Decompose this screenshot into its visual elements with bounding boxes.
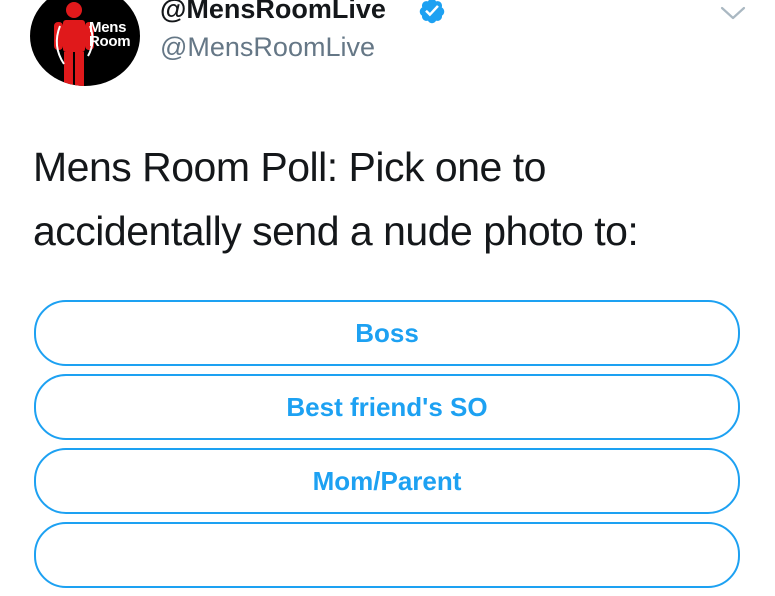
poll-option-boss[interactable]: Boss [34, 300, 740, 366]
poll-option-mom-parent[interactable]: Mom/Parent [34, 448, 740, 514]
tweet-text: Mens Room Poll: Pick one to accidentally… [33, 135, 753, 263]
user-handle[interactable]: @MensRoomLive [160, 32, 375, 63]
poll-option-4[interactable] [34, 522, 740, 588]
tweet-text-line: Mens Room Poll: Pick one to [33, 144, 546, 190]
poll: Boss Best friend's SO Mom/Parent [34, 300, 740, 596]
tweet-text-line: accidentally send a nude photo to: [33, 208, 639, 254]
avatar-text-line2: Room [89, 33, 131, 50]
poll-option-best-friends-so[interactable]: Best friend's SO [34, 374, 740, 440]
avatar[interactable]: Mens Room [30, 0, 140, 86]
display-name[interactable]: @MensRoomLive [160, 0, 386, 25]
chevron-down-icon[interactable] [718, 3, 748, 23]
verified-badge-icon [419, 0, 445, 24]
tweet: Mens Room @MensRoomLive @MensRoomLive Me… [0, 0, 775, 588]
